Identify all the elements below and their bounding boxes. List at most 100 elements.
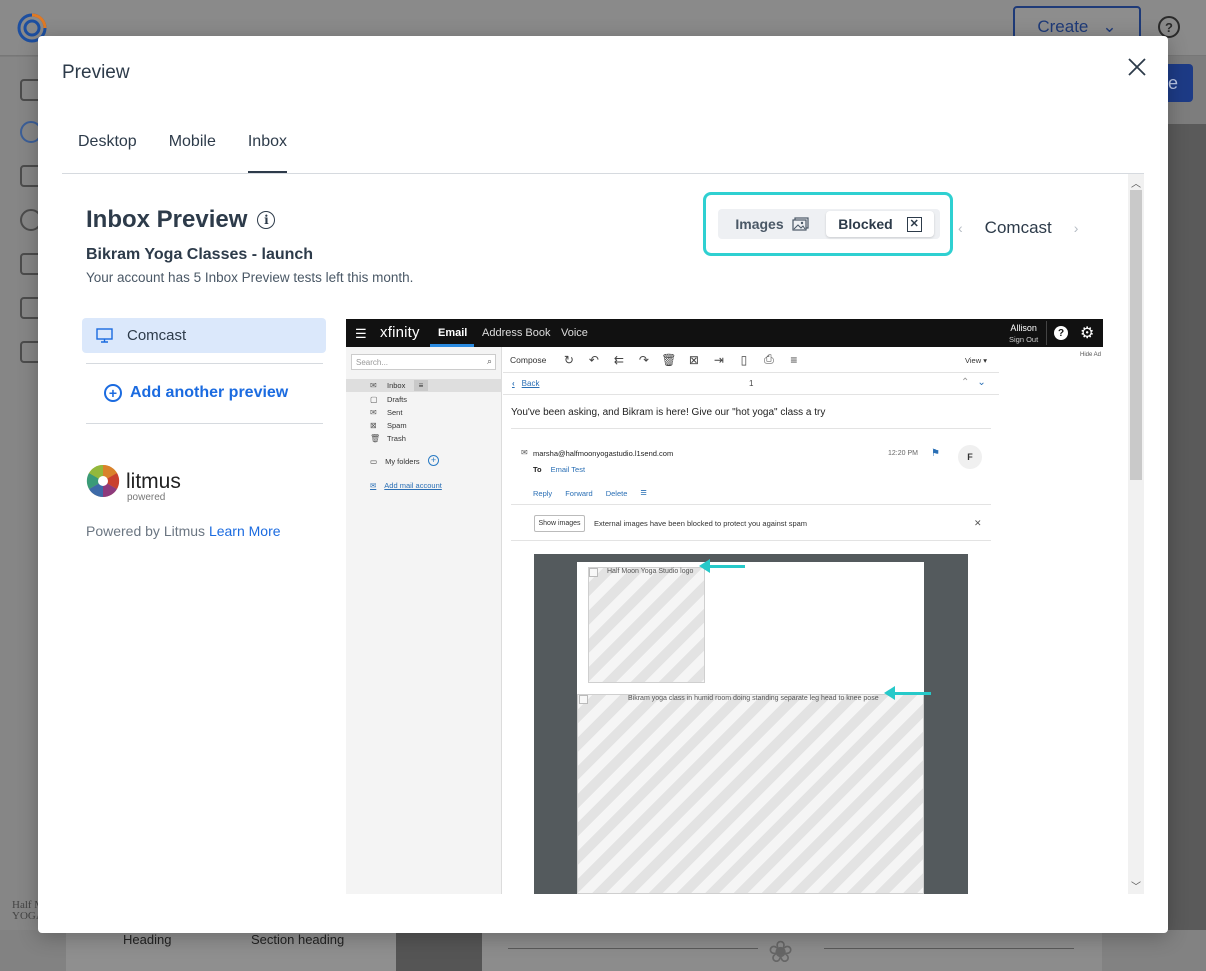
folder-spam[interactable]: ⊠ Spam	[346, 419, 502, 432]
background-divider	[824, 948, 1074, 949]
folder-inbox[interactable]: ✉ Inbox ≡	[346, 379, 502, 392]
close-icon[interactable]	[1126, 56, 1148, 78]
create-label: Create	[1037, 17, 1089, 36]
hamburger-menu-icon[interactable]: ☰	[355, 326, 367, 342]
tab-desktop[interactable]: Desktop	[78, 128, 137, 174]
chevron-right-icon[interactable]: ›	[1074, 220, 1079, 236]
folder-icon: ▭	[370, 457, 378, 466]
chevron-up-icon[interactable]: ⌃	[961, 377, 969, 388]
more-menu-icon[interactable]: ≡	[785, 353, 802, 367]
recipient-name[interactable]: Email Test	[551, 465, 585, 474]
gear-icon[interactable]: ⚙	[1080, 323, 1094, 343]
litmus-powered-label: powered	[127, 492, 166, 503]
sender-address[interactable]: marsha@halfmoonyogastudio.l1send.com	[533, 449, 673, 458]
tab-inbox[interactable]: Inbox	[247, 128, 287, 174]
xfinity-user[interactable]: Allison Sign Out	[1009, 323, 1038, 345]
content-scrollbar[interactable]: ︿ ﹀	[1128, 174, 1144, 894]
spam-icon: ⊠	[370, 421, 377, 430]
desktop-monitor-icon	[96, 328, 113, 343]
broken-image-icon	[589, 568, 598, 577]
preview-tabs: Desktop Mobile Inbox	[62, 128, 303, 174]
add-mail-account-label: Add mail account	[384, 481, 442, 490]
chevron-down-icon[interactable]: ⌄	[977, 377, 985, 388]
delete-icon[interactable]: 🗑	[660, 353, 677, 367]
folder-drafts[interactable]: ▢ Drafts	[346, 393, 502, 406]
print-icon[interactable]: ⎙	[760, 352, 777, 367]
blocked-toggle-option[interactable]: Blocked ✕	[826, 211, 934, 237]
add-another-preview-button[interactable]: + Add another preview	[104, 384, 288, 402]
xfinity-sign-out[interactable]: Sign Out	[1009, 334, 1038, 345]
reply-icon[interactable]: ↶	[585, 353, 602, 367]
alt-text-hero: Bikram yoga class in humid room doing st…	[628, 695, 879, 702]
back-link[interactable]: ‹ Back	[512, 379, 539, 388]
close-icon[interactable]: ✕	[974, 518, 982, 529]
xfinity-search-input[interactable]: Search... ⌕	[351, 354, 496, 370]
sidebar-divider	[86, 363, 323, 364]
info-icon[interactable]: i	[257, 211, 276, 229]
background-action-button: e	[1168, 64, 1193, 102]
xfinity-nav-email[interactable]: Email	[438, 327, 467, 339]
scroll-up-icon[interactable]: ︿	[1131, 175, 1141, 190]
search-icon[interactable]: ⌕	[487, 356, 492, 367]
folder-sent[interactable]: ✉ Sent	[346, 406, 502, 419]
background-bottom-dark	[396, 930, 482, 971]
folder-label: Trash	[387, 434, 406, 443]
compose-button[interactable]: Compose	[510, 355, 546, 365]
help-icon[interactable]: ?	[1054, 326, 1068, 340]
bottom-section-heading-label[interactable]: Section heading	[251, 932, 344, 947]
refresh-icon[interactable]: ↻	[560, 353, 577, 367]
add-mail-account-link[interactable]: ✉ Add mail account	[370, 481, 442, 490]
drafts-icon: ▢	[370, 395, 378, 404]
xfinity-nav-voice[interactable]: Voice	[561, 327, 588, 339]
flag-icon[interactable]: ⚑	[931, 448, 940, 459]
image-toggle-highlight: Images Blocked ✕	[703, 192, 953, 256]
xfinity-toolbar: Compose ↻ ↶ ⇇ ↷ 🗑 ⊠ ⇥ ▯ ⎙ ≡ View ▾	[503, 347, 999, 373]
reply-all-icon[interactable]: ⇇	[610, 353, 627, 367]
chevron-left-icon[interactable]: ‹	[958, 220, 963, 236]
hide-ad-link[interactable]: Hide Ad	[1080, 352, 1101, 358]
add-preview-label: Add another preview	[130, 384, 289, 401]
reply-link[interactable]: Reply	[533, 489, 552, 498]
blocked-label: Blocked	[838, 216, 893, 232]
spam-icon[interactable]: ⊠	[685, 353, 702, 367]
question-circle-icon[interactable]: ?	[1158, 16, 1180, 38]
forward-link[interactable]: Forward	[565, 489, 593, 498]
forward-icon[interactable]: ↷	[635, 353, 652, 367]
inbox-preview-heading: Inbox Preview i	[86, 206, 276, 234]
ad-pane: Hide Ad	[1000, 347, 1103, 894]
folder-trash[interactable]: 🗑 Trash	[346, 432, 502, 445]
tests-remaining-note: Your account has 5 Inbox Preview tests l…	[86, 270, 414, 285]
folder-label: Inbox	[387, 381, 406, 390]
tab-mobile[interactable]: Mobile	[169, 128, 216, 174]
my-folders-section[interactable]: ▭ My folders	[370, 457, 420, 466]
blocked-x-icon: ✕	[906, 216, 922, 232]
divider	[511, 504, 991, 505]
xfinity-user-name: Allison	[1010, 323, 1037, 333]
email-actions: Reply Forward Delete ≡	[533, 487, 647, 499]
my-folders-label: My folders	[385, 457, 420, 466]
background-divider	[508, 948, 758, 949]
current-client-name: Comcast	[984, 218, 1052, 237]
broken-image-icon	[579, 695, 588, 704]
mail-icon: ✉	[370, 481, 377, 490]
show-images-button[interactable]: Show images	[534, 515, 585, 532]
folder-menu-icon[interactable]: ≡	[414, 380, 428, 391]
sent-icon: ✉	[370, 408, 377, 417]
xfinity-topbar: ☰ xfinity Email Address Book Voice Allis…	[346, 319, 1103, 347]
move-icon[interactable]: ⇥	[710, 353, 727, 367]
chevron-left-icon: ‹	[512, 379, 515, 388]
scroll-down-icon[interactable]: ﹀	[1131, 878, 1141, 893]
learn-more-link[interactable]: Learn More	[209, 523, 281, 539]
more-actions-icon[interactable]: ≡	[640, 487, 646, 499]
bookmark-icon[interactable]: ▯	[735, 353, 752, 367]
scroll-thumb[interactable]	[1130, 190, 1142, 480]
bottom-heading-label[interactable]: Heading	[123, 932, 171, 947]
page-title: Inbox Preview	[86, 206, 248, 233]
client-item-comcast[interactable]: Comcast	[82, 318, 326, 353]
images-toggle-option[interactable]: Images	[718, 209, 826, 239]
message-nav-row: ‹ Back 1 ⌃ ⌄	[503, 373, 999, 395]
view-dropdown[interactable]: View ▾	[965, 356, 987, 365]
delete-link[interactable]: Delete	[606, 489, 628, 498]
xfinity-nav-address-book[interactable]: Address Book	[482, 327, 550, 339]
add-folder-icon[interactable]: +	[428, 455, 439, 466]
